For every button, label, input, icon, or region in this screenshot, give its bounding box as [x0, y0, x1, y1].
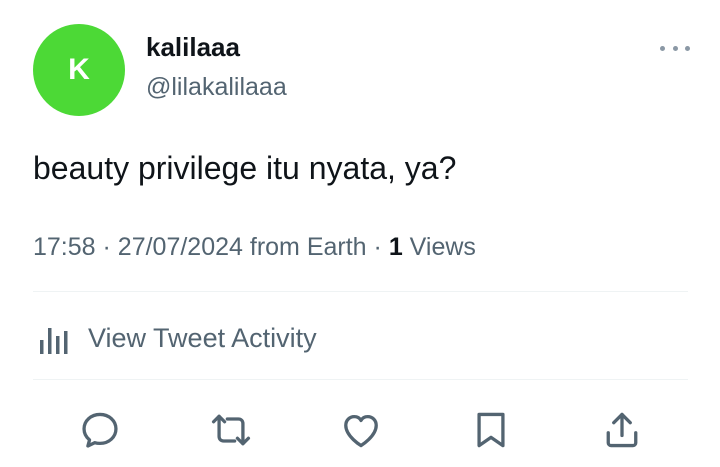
tweet-text: beauty privilege itu nyata, ya?: [33, 150, 457, 186]
reply-button[interactable]: [76, 406, 124, 454]
avatar-letter: K: [68, 53, 90, 86]
tweet-meta: 17:58 · 27/07/2024 from Earth · 1 Views: [33, 231, 476, 263]
divider-bottom: [33, 379, 688, 380]
heart-icon: [344, 414, 378, 448]
avatar[interactable]: K: [33, 24, 125, 116]
more-options-icon[interactable]: [660, 40, 690, 56]
meta-separator: ·: [373, 233, 389, 261]
share-icon: [606, 412, 638, 448]
tweet-time: 17:58: [33, 233, 96, 261]
view-tweet-activity-button[interactable]: View Tweet Activity: [38, 318, 317, 358]
views-label[interactable]: Views: [410, 233, 476, 261]
tweet-date: 27/07/2024: [117, 233, 243, 261]
tweet-source: from Earth: [249, 233, 367, 261]
bookmark-icon: [477, 412, 505, 448]
user-handle[interactable]: @lilakalilaaa: [146, 72, 287, 102]
bookmark-button[interactable]: [467, 406, 515, 454]
view-tweet-activity-label: View Tweet Activity: [88, 322, 317, 353]
divider-top: [33, 291, 688, 292]
share-button[interactable]: [598, 406, 646, 454]
retweet-icon: [211, 414, 251, 446]
reply-icon: [82, 412, 118, 448]
retweet-button[interactable]: [207, 406, 255, 454]
meta-separator: ·: [102, 233, 118, 261]
analytics-icon: [40, 328, 68, 354]
display-name[interactable]: kalilaaa: [146, 32, 240, 62]
views-count[interactable]: 1: [389, 233, 403, 261]
like-button[interactable]: [337, 406, 385, 454]
